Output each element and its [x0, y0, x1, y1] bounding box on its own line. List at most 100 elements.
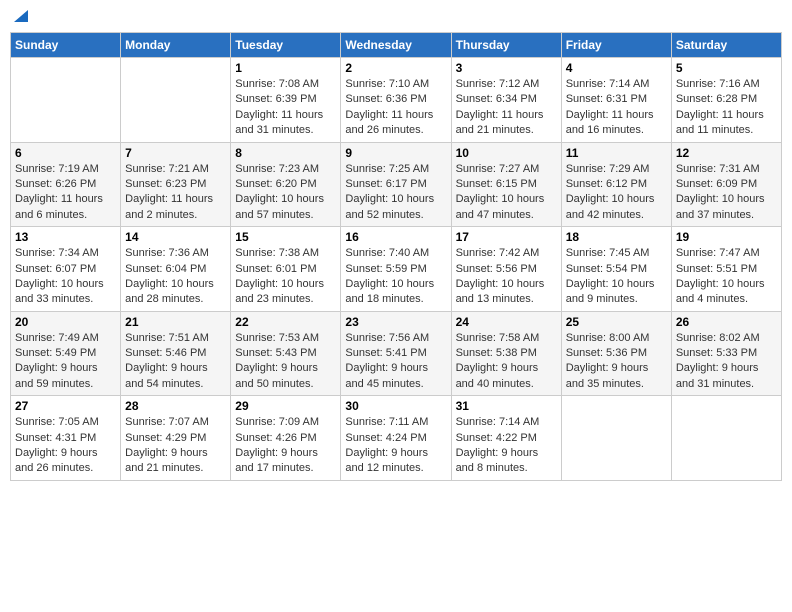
day-number: 24 — [456, 315, 557, 329]
logo — [10, 10, 30, 24]
day-info: Sunrise: 8:00 AM Sunset: 5:36 PM Dayligh… — [566, 331, 667, 393]
day-number: 14 — [125, 230, 226, 244]
day-number: 10 — [456, 146, 557, 160]
day-number: 27 — [15, 399, 116, 413]
weekday-header-monday: Monday — [121, 33, 231, 58]
calendar-cell: 1 Sunrise: 7:08 AM Sunset: 6:39 PM Daylig… — [231, 58, 341, 143]
calendar-week-row: 1 Sunrise: 7:08 AM Sunset: 6:39 PM Daylig… — [11, 58, 782, 143]
weekday-header-wednesday: Wednesday — [341, 33, 451, 58]
calendar-cell: 28 Sunrise: 7:07 AM Sunset: 4:29 PM Dayli… — [121, 396, 231, 481]
day-number: 17 — [456, 230, 557, 244]
calendar-cell: 27 Sunrise: 7:05 AM Sunset: 4:31 PM Dayli… — [11, 396, 121, 481]
calendar-cell: 20 Sunrise: 7:49 AM Sunset: 5:49 PM Dayli… — [11, 311, 121, 396]
calendar-week-row: 6 Sunrise: 7:19 AM Sunset: 6:26 PM Daylig… — [11, 142, 782, 227]
calendar-cell: 18 Sunrise: 7:45 AM Sunset: 5:54 PM Dayli… — [561, 227, 671, 312]
day-info: Sunrise: 7:40 AM Sunset: 5:59 PM Dayligh… — [345, 246, 446, 308]
calendar-cell: 2 Sunrise: 7:10 AM Sunset: 6:36 PM Daylig… — [341, 58, 451, 143]
weekday-header-thursday: Thursday — [451, 33, 561, 58]
day-info: Sunrise: 7:05 AM Sunset: 4:31 PM Dayligh… — [15, 415, 116, 477]
day-info: Sunrise: 7:47 AM Sunset: 5:51 PM Dayligh… — [676, 246, 777, 308]
day-number: 16 — [345, 230, 446, 244]
day-info: Sunrise: 7:07 AM Sunset: 4:29 PM Dayligh… — [125, 415, 226, 477]
day-info: Sunrise: 7:36 AM Sunset: 6:04 PM Dayligh… — [125, 246, 226, 308]
calendar-table: SundayMondayTuesdayWednesdayThursdayFrid… — [10, 32, 782, 481]
day-info: Sunrise: 7:19 AM Sunset: 6:26 PM Dayligh… — [15, 162, 116, 224]
calendar-cell — [11, 58, 121, 143]
day-number: 8 — [235, 146, 336, 160]
day-number: 31 — [456, 399, 557, 413]
calendar-cell: 13 Sunrise: 7:34 AM Sunset: 6:07 PM Dayli… — [11, 227, 121, 312]
page-header — [10, 10, 782, 24]
weekday-header-saturday: Saturday — [671, 33, 781, 58]
calendar-cell: 19 Sunrise: 7:47 AM Sunset: 5:51 PM Dayli… — [671, 227, 781, 312]
calendar-cell: 11 Sunrise: 7:29 AM Sunset: 6:12 PM Dayli… — [561, 142, 671, 227]
calendar-cell: 21 Sunrise: 7:51 AM Sunset: 5:46 PM Dayli… — [121, 311, 231, 396]
calendar-cell: 26 Sunrise: 8:02 AM Sunset: 5:33 PM Dayli… — [671, 311, 781, 396]
calendar-cell: 3 Sunrise: 7:12 AM Sunset: 6:34 PM Daylig… — [451, 58, 561, 143]
calendar-cell: 29 Sunrise: 7:09 AM Sunset: 4:26 PM Dayli… — [231, 396, 341, 481]
day-number: 6 — [15, 146, 116, 160]
day-info: Sunrise: 7:45 AM Sunset: 5:54 PM Dayligh… — [566, 246, 667, 308]
day-info: Sunrise: 7:42 AM Sunset: 5:56 PM Dayligh… — [456, 246, 557, 308]
day-number: 3 — [456, 61, 557, 75]
day-number: 15 — [235, 230, 336, 244]
calendar-cell: 10Sunrise: 7:27 AM Sunset: 6:15 PM Dayli… — [451, 142, 561, 227]
calendar-cell: 22 Sunrise: 7:53 AM Sunset: 5:43 PM Dayli… — [231, 311, 341, 396]
day-info: Sunrise: 7:49 AM Sunset: 5:49 PM Dayligh… — [15, 331, 116, 393]
day-number: 30 — [345, 399, 446, 413]
calendar-cell: 14 Sunrise: 7:36 AM Sunset: 6:04 PM Dayli… — [121, 227, 231, 312]
day-info: Sunrise: 7:10 AM Sunset: 6:36 PM Dayligh… — [345, 77, 446, 139]
calendar-cell: 17 Sunrise: 7:42 AM Sunset: 5:56 PM Dayli… — [451, 227, 561, 312]
day-info: Sunrise: 7:53 AM Sunset: 5:43 PM Dayligh… — [235, 331, 336, 393]
day-info: Sunrise: 7:08 AM Sunset: 6:39 PM Dayligh… — [235, 77, 336, 139]
day-number: 28 — [125, 399, 226, 413]
day-info: Sunrise: 7:16 AM Sunset: 6:28 PM Dayligh… — [676, 77, 777, 139]
calendar-cell — [121, 58, 231, 143]
day-number: 21 — [125, 315, 226, 329]
day-info: Sunrise: 7:11 AM Sunset: 4:24 PM Dayligh… — [345, 415, 446, 477]
calendar-cell: 30 Sunrise: 7:11 AM Sunset: 4:24 PM Dayli… — [341, 396, 451, 481]
day-info: Sunrise: 7:51 AM Sunset: 5:46 PM Dayligh… — [125, 331, 226, 393]
day-number: 7 — [125, 146, 226, 160]
day-number: 18 — [566, 230, 667, 244]
day-info: Sunrise: 8:02 AM Sunset: 5:33 PM Dayligh… — [676, 331, 777, 393]
calendar-cell: 9 Sunrise: 7:25 AM Sunset: 6:17 PM Daylig… — [341, 142, 451, 227]
day-info: Sunrise: 7:12 AM Sunset: 6:34 PM Dayligh… — [456, 77, 557, 139]
day-info: Sunrise: 7:58 AM Sunset: 5:38 PM Dayligh… — [456, 331, 557, 393]
day-number: 9 — [345, 146, 446, 160]
day-info: Sunrise: 7:09 AM Sunset: 4:26 PM Dayligh… — [235, 415, 336, 477]
day-info: Sunrise: 7:34 AM Sunset: 6:07 PM Dayligh… — [15, 246, 116, 308]
day-number: 12 — [676, 146, 777, 160]
day-number: 11 — [566, 146, 667, 160]
day-number: 22 — [235, 315, 336, 329]
day-number: 25 — [566, 315, 667, 329]
calendar-week-row: 27 Sunrise: 7:05 AM Sunset: 4:31 PM Dayli… — [11, 396, 782, 481]
weekday-header-tuesday: Tuesday — [231, 33, 341, 58]
day-number: 23 — [345, 315, 446, 329]
day-number: 13 — [15, 230, 116, 244]
calendar-cell: 16 Sunrise: 7:40 AM Sunset: 5:59 PM Dayli… — [341, 227, 451, 312]
day-number: 29 — [235, 399, 336, 413]
day-number: 2 — [345, 61, 446, 75]
calendar-cell: 25 Sunrise: 8:00 AM Sunset: 5:36 PM Dayli… — [561, 311, 671, 396]
calendar-cell: 15 Sunrise: 7:38 AM Sunset: 6:01 PM Dayli… — [231, 227, 341, 312]
calendar-body: 1 Sunrise: 7:08 AM Sunset: 6:39 PM Daylig… — [11, 58, 782, 481]
day-number: 19 — [676, 230, 777, 244]
calendar-cell: 31Sunrise: 7:14 AM Sunset: 4:22 PM Dayli… — [451, 396, 561, 481]
calendar-cell: 6 Sunrise: 7:19 AM Sunset: 6:26 PM Daylig… — [11, 142, 121, 227]
logo-triangle-icon — [12, 6, 30, 24]
calendar-week-row: 20 Sunrise: 7:49 AM Sunset: 5:49 PM Dayli… — [11, 311, 782, 396]
day-info: Sunrise: 7:56 AM Sunset: 5:41 PM Dayligh… — [345, 331, 446, 393]
day-info: Sunrise: 7:25 AM Sunset: 6:17 PM Dayligh… — [345, 162, 446, 224]
day-number: 4 — [566, 61, 667, 75]
calendar-cell — [561, 396, 671, 481]
day-number: 20 — [15, 315, 116, 329]
day-info: Sunrise: 7:29 AM Sunset: 6:12 PM Dayligh… — [566, 162, 667, 224]
day-number: 26 — [676, 315, 777, 329]
day-info: Sunrise: 7:23 AM Sunset: 6:20 PM Dayligh… — [235, 162, 336, 224]
calendar-cell: 8 Sunrise: 7:23 AM Sunset: 6:20 PM Daylig… — [231, 142, 341, 227]
calendar-cell: 24 Sunrise: 7:58 AM Sunset: 5:38 PM Dayli… — [451, 311, 561, 396]
calendar-cell — [671, 396, 781, 481]
day-info: Sunrise: 7:38 AM Sunset: 6:01 PM Dayligh… — [235, 246, 336, 308]
day-number: 1 — [235, 61, 336, 75]
